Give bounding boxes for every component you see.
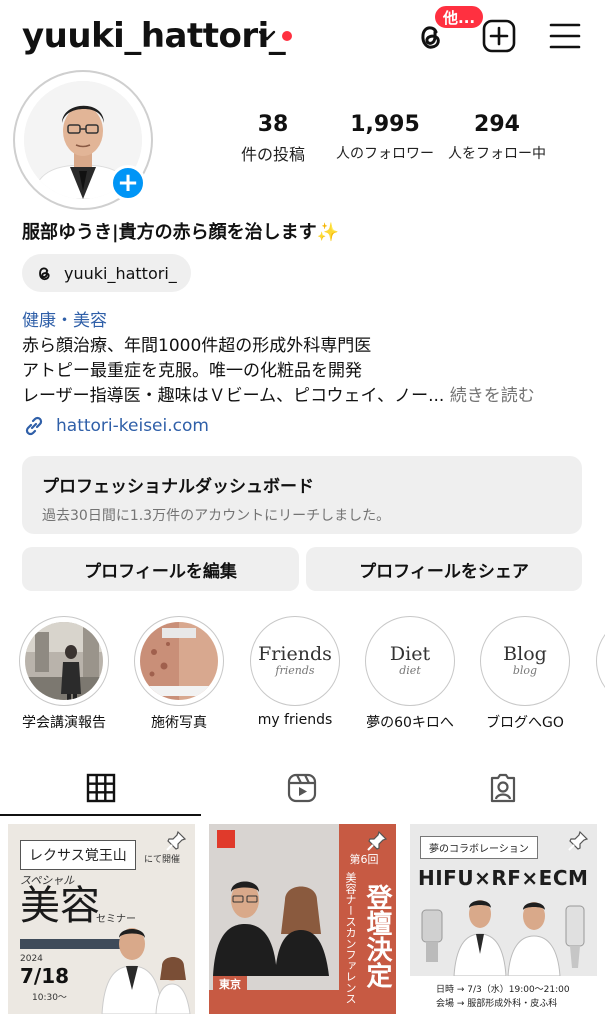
pin-icon — [568, 830, 589, 851]
post-vertical-title: 登壇決定 — [362, 884, 392, 988]
highlight-item[interactable]: 学会講演報告 — [18, 616, 110, 732]
followers-label: 人のフォロワー — [336, 146, 434, 162]
highlight-cover-text: Friends — [258, 643, 332, 665]
post-year: 2024 — [20, 954, 43, 964]
create-post-icon[interactable] — [482, 19, 516, 53]
highlight-item[interactable]: 施術写真 — [133, 616, 225, 732]
profile-header: yuuki_hattori_ 他... — [0, 0, 605, 80]
post-venue-line: 会場 → 服部形成外科・皮ふ科 — [436, 999, 558, 1009]
followers-count: 1,995 — [350, 112, 420, 137]
highlight-label: my friends — [257, 712, 333, 728]
highlight-cover[interactable] — [19, 616, 109, 706]
edit-profile-button[interactable]: プロフィールを編集 — [22, 547, 299, 591]
highlight-item[interactable]: Blog blog ブログへGO — [479, 616, 571, 732]
display-name: 服部ゆうき|貴方の赤ら顔を治します✨ — [22, 222, 339, 243]
highlight-image — [25, 622, 103, 700]
post-main-title: 美容 — [20, 883, 100, 929]
following-count: 294 — [474, 112, 520, 137]
website-link[interactable]: hattori-keisei.com — [22, 414, 209, 438]
highlight-text-cover: Blog blog — [486, 622, 564, 700]
professional-dashboard[interactable]: プロフェッショナルダッシュボード 過去30日間に1.3万件のアカウントにリーチし… — [22, 456, 582, 534]
post-title: HIFU×RF×ECM — [418, 866, 589, 890]
post-thumbnail[interactable]: 夢のコラボレーション HIFU×RF×ECM 日時 → 7/3（水）19:00〜… — [410, 824, 597, 1014]
posts-stat[interactable]: 38 件の投稿 — [236, 112, 310, 165]
post-date: 7/18 — [20, 964, 70, 988]
highlight-cover[interactable]: Diet diet — [365, 616, 455, 706]
highlight-cover-subtext: blog — [512, 664, 538, 677]
link-icon — [25, 416, 43, 436]
profile-tabs — [0, 760, 605, 816]
highlight-item[interactable]: Friends friends my friends — [249, 616, 341, 728]
threads-handle: yuuki_hattori_ — [64, 263, 177, 283]
grid-icon — [86, 773, 115, 803]
post-tag: にて開催 — [144, 855, 181, 865]
tab-tagged[interactable] — [402, 760, 603, 816]
tab-grid[interactable] — [0, 760, 201, 816]
posts-count: 38 — [257, 112, 289, 137]
active-tab-indicator — [0, 814, 201, 816]
post-time: 10:30〜 — [32, 993, 67, 1003]
pin-icon — [166, 830, 187, 851]
highlight-cover[interactable]: Friends friends — [250, 616, 340, 706]
highlight-cover-text: Diet — [389, 643, 431, 665]
post-photo — [421, 900, 585, 976]
highlight-cover[interactable]: Blog blog — [480, 616, 570, 706]
share-profile-button[interactable]: プロフィールをシェア — [306, 547, 582, 591]
highlight-item[interactable]: Diet diet 夢の60キロへ — [364, 616, 456, 732]
bio-line-3-text: レーザー指導医・趣味はＶビーム、ピコウェイ、ノー... — [22, 386, 445, 406]
profile-category: 健康・美容 — [22, 311, 107, 331]
post-heading: 夢のコラボレーション — [420, 836, 538, 859]
following-stat[interactable]: 294 人をフォロー中 — [446, 112, 548, 163]
post-thumbnail[interactable]: 東京 第6回 美容ナースカンファレンス 登壇決定 — [209, 824, 396, 1014]
add-story-icon[interactable]: + — [110, 165, 146, 201]
notification-dot — [282, 31, 292, 41]
posts-label: 件の投稿 — [240, 145, 305, 164]
highlight-cover-subtext: diet — [399, 664, 421, 677]
bio-line-3: レーザー指導医・趣味はＶビーム、ピコウェイ、ノー... 続きを読む — [22, 381, 535, 406]
post-badge: レクサス覚王山 — [20, 840, 136, 870]
chevron-down-icon[interactable] — [258, 30, 276, 42]
highlight-label: ブログへGO — [486, 715, 564, 731]
dashboard-subtitle: 過去30日間に1.3万件のアカウントにリーチしました。 — [42, 508, 391, 524]
tab-reels[interactable] — [201, 760, 402, 816]
followers-stat[interactable]: 1,995 人のフォロワー — [334, 112, 436, 163]
bio-line-2: アトピー最重症を克服。唯一の化粧品を開発 — [22, 361, 362, 381]
post-photo — [213, 881, 329, 976]
post-date-line: 日時 → 7/3（水）19:00〜21:00 — [436, 985, 570, 995]
tagged-icon — [490, 773, 515, 803]
menu-icon[interactable] — [549, 22, 581, 50]
highlight-label: 学会講演報告 — [22, 715, 106, 731]
post-round: 第6回 — [349, 853, 379, 866]
highlight-text-cover: Friends friends — [256, 622, 334, 700]
highlight-image — [140, 622, 218, 700]
highlight-label: 夢の60キロへ — [366, 715, 454, 731]
username-title[interactable]: yuuki_hattori_ — [22, 16, 286, 56]
threads-notification-badge[interactable]: 他... — [433, 4, 486, 30]
following-label: 人をフォロー中 — [448, 146, 546, 162]
highlight-cover[interactable] — [134, 616, 224, 706]
highlight-item-partial[interactable] — [596, 616, 605, 706]
post-photo — [101, 928, 191, 1014]
threads-profile-chip[interactable]: yuuki_hattori_ — [22, 254, 191, 292]
threads-icon — [39, 267, 50, 281]
bio-line-1: 赤ら顔治療、年間1000件超の形成外科専門医 — [22, 336, 372, 356]
pin-icon — [367, 830, 388, 851]
website-url[interactable]: hattori-keisei.com — [56, 416, 209, 436]
highlight-cover-text: Blog — [503, 643, 547, 665]
highlight-text-cover: Diet diet — [371, 622, 449, 700]
dashboard-title: プロフェッショナルダッシュボード — [42, 477, 314, 497]
post-vertical-subtitle: 美容ナースカンファレンス — [344, 872, 357, 1004]
highlight-label: 施術写真 — [151, 715, 207, 731]
read-more-link[interactable]: 続きを読む — [450, 386, 535, 406]
post-thumbnail[interactable]: レクサス覚王山 にて開催 スペシャル 美容 セミナー 2024 7/18 10:… — [8, 824, 195, 1014]
reels-icon — [287, 773, 316, 803]
highlight-cover-subtext: friends — [275, 664, 315, 677]
